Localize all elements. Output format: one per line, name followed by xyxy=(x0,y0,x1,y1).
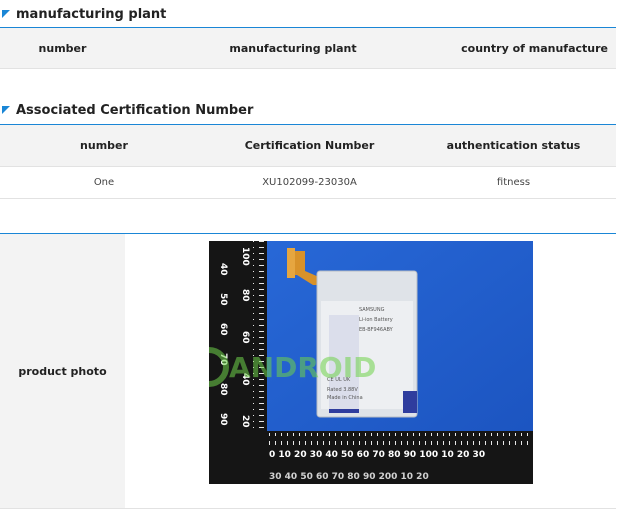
manufacturing-table-header: number manufacturing plant country of ma… xyxy=(0,28,616,69)
col-header-authentication-status: authentication status xyxy=(446,139,581,152)
col-header-manufacturing-plant: manufacturing plant xyxy=(229,41,357,55)
cell-number: One xyxy=(93,177,115,188)
product-photo[interactable]: 40 50 60 70 80 90 00 100 80 60 40 20 xyxy=(189,241,533,484)
product-photo-label: product photo xyxy=(0,234,125,508)
cell-authentication-status: fitness xyxy=(496,177,531,188)
svg-text:50: 50 xyxy=(218,293,228,306)
manufacturing-section-title: manufacturing plant xyxy=(0,4,166,24)
svg-text:60: 60 xyxy=(240,331,250,344)
product-photo-row: product photo 40 50 60 70 80 90 100 80 6… xyxy=(0,233,616,509)
col-header-certification-number: Certification Number xyxy=(244,139,375,152)
col-header-number: number xyxy=(38,41,87,55)
watermark: ANDROID xyxy=(189,347,376,387)
svg-text:0 10 20 30 40 50 60 70 80 90 1: 0 10 20 30 40 50 60 70 80 90 100 10 20 3… xyxy=(269,450,485,460)
svg-text:40: 40 xyxy=(218,263,228,276)
col-header-number: number xyxy=(80,139,128,152)
svg-text:100: 100 xyxy=(240,247,250,266)
certification-table-header: number Certification Number authenticati… xyxy=(0,125,616,167)
certification-title-text: Associated Certification Number xyxy=(16,102,254,118)
svg-text:30 40 50 60 70 80 90 200 10 20: 30 40 50 60 70 80 90 200 10 20 xyxy=(269,472,429,482)
svg-text:Li-ion Battery: Li-ion Battery xyxy=(359,317,393,323)
svg-text:ANDROID: ANDROID xyxy=(229,351,376,384)
svg-text:90: 90 xyxy=(218,413,228,426)
svg-text:EB-BF946ABY: EB-BF946ABY xyxy=(359,327,394,333)
svg-text:Made in China: Made in China xyxy=(327,395,363,401)
manufacturing-title-text: manufacturing plant xyxy=(16,6,167,22)
section-marker-icon xyxy=(2,10,10,18)
cell-certification-number: XU102099-23030A xyxy=(262,177,357,188)
col-header-country: country of manufacture xyxy=(461,41,608,55)
svg-text:80: 80 xyxy=(218,383,228,396)
product-photo-cell: 40 50 60 70 80 90 00 100 80 60 40 20 xyxy=(125,234,616,508)
svg-text:80: 80 xyxy=(240,289,250,302)
svg-text:20: 20 xyxy=(240,415,250,428)
table-row: One XU102099-23030A fitness xyxy=(0,167,616,199)
battery-photo-image: 40 50 60 70 80 90 00 100 80 60 40 20 xyxy=(189,241,533,484)
svg-text:SAMSUNG: SAMSUNG xyxy=(359,307,385,313)
svg-text:Rated 3.88V: Rated 3.88V xyxy=(327,387,358,393)
certification-section-title: Associated Certification Number xyxy=(0,100,253,120)
svg-text:60: 60 xyxy=(218,323,228,336)
section-marker-icon xyxy=(2,106,10,114)
